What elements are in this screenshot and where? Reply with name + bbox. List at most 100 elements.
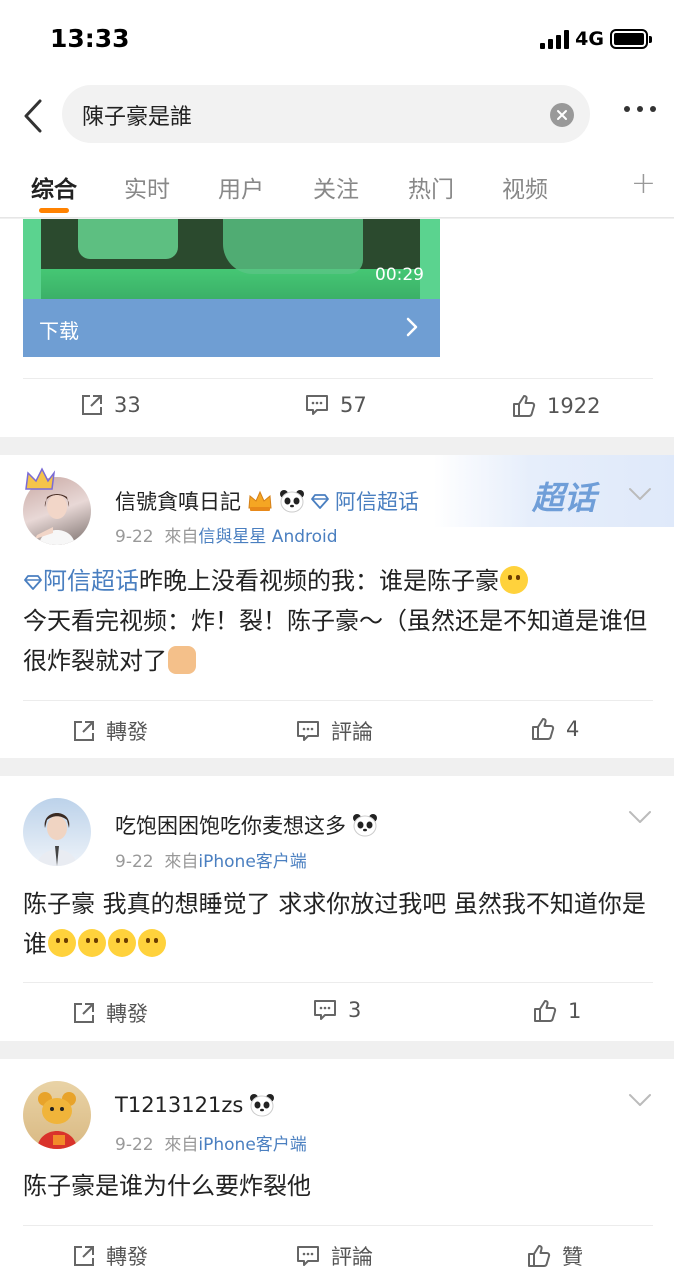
divider	[23, 1225, 653, 1226]
like-button[interactable]: 4	[530, 716, 579, 742]
weibo-search-page: 13:33 4G 陳子豪是誰 综合 实时 用户 关注 热门 视频 + 00:29…	[0, 0, 674, 1280]
like-count: 1922	[547, 394, 601, 418]
username-row: 信號貪嗔日記 阿信超话	[115, 486, 419, 516]
search-input[interactable]: 陳子豪是誰	[62, 85, 590, 143]
praying-emoji-icon	[78, 929, 106, 957]
post-card-partial: 00:29 下载 33 57 1922	[0, 219, 674, 437]
comment-icon	[297, 721, 319, 741]
status-indicators: 4G	[540, 28, 652, 50]
repost-icon	[74, 1003, 94, 1023]
like-button[interactable]: 1	[532, 998, 581, 1024]
add-tab-button[interactable]: +	[631, 166, 656, 201]
panda-icon	[353, 814, 377, 837]
comment-label: 評論	[331, 1245, 373, 1269]
download-label: 下载	[39, 319, 79, 343]
chevron-down-icon[interactable]	[628, 1093, 652, 1107]
repost-button[interactable]: 轉發	[72, 998, 148, 1028]
like-count: 4	[566, 717, 580, 741]
kissing-emoji-icon	[138, 929, 166, 957]
divider	[23, 700, 653, 701]
search-query: 陳子豪是誰	[82, 105, 193, 130]
post-text: 陈子豪是谁为什么要炸裂他	[23, 1172, 311, 1200]
search-tabs: 综合 实时 用户 关注 热门 视频 +	[0, 152, 674, 218]
avatar-decoration-icon	[25, 467, 56, 490]
repost-label: 轉發	[106, 1245, 148, 1269]
post-source[interactable]: iPhone客户端	[198, 852, 306, 872]
more-options-button[interactable]	[624, 106, 656, 112]
like-count: 1	[568, 999, 582, 1023]
comment-icon	[306, 395, 328, 415]
back-button[interactable]	[16, 96, 50, 136]
repost-button[interactable]: 轉發	[72, 716, 148, 746]
tab-users[interactable]: 用户	[218, 170, 264, 204]
thumbs-up-icon	[513, 395, 536, 417]
topic-link[interactable]: 阿信超话	[43, 567, 139, 595]
username[interactable]: 吃饱困困饱吃你麦想这多	[115, 810, 346, 840]
comment-button[interactable]: 3	[312, 998, 361, 1022]
post-meta: 9-22 來自iPhone客户端	[115, 1130, 307, 1155]
battery-icon	[610, 29, 652, 49]
tab-comprehensive[interactable]: 综合	[31, 170, 77, 204]
post-date: 9-22	[115, 1135, 154, 1155]
divider	[23, 982, 653, 983]
thumbs-up-icon	[532, 718, 555, 740]
source-prefix: 來自	[164, 1135, 199, 1155]
post-card: 吃饱困困饱吃你麦想这多 9-22 來自iPhone客户端 陈子豪 我真的想睡觉了…	[0, 776, 674, 1041]
tab-hot[interactable]: 热门	[408, 170, 454, 204]
post-card: T1213121zs 9-22 來自iPhone客户端 陈子豪是谁为什么要炸裂他…	[0, 1059, 674, 1280]
post-text-part2: 今天看完视频：炸！裂！陈子豪～（虽然还是不知道是谁但很炸裂就对了	[23, 607, 647, 675]
chevron-down-icon[interactable]	[628, 487, 652, 501]
clear-search-button[interactable]	[550, 103, 574, 127]
divider	[23, 378, 653, 379]
diamond-icon	[311, 494, 329, 509]
thinking-emoji-icon	[500, 566, 528, 594]
username-row: 吃饱困困饱吃你麦想这多	[115, 810, 378, 840]
like-button[interactable]: 1922	[511, 393, 600, 419]
username[interactable]: 信號貪嗔日記	[115, 486, 241, 516]
thumbs-up-icon	[528, 1245, 551, 1267]
post-meta: 9-22 來自iPhone客户端	[115, 847, 307, 872]
post-text-part1: 昨晚上没看视频的我：谁是陈子豪	[139, 567, 499, 595]
panda-icon	[280, 490, 304, 513]
tab-following[interactable]: 关注	[313, 170, 359, 204]
search-header: 陳子豪是誰	[0, 80, 674, 152]
repost-label: 轉發	[106, 720, 148, 744]
close-icon	[557, 110, 567, 120]
chevron-down-icon[interactable]	[628, 810, 652, 824]
repost-icon	[82, 395, 102, 415]
network-type: 4G	[575, 28, 604, 50]
comment-button[interactable]: 評論	[295, 1241, 373, 1271]
download-button[interactable]: 下载	[23, 299, 440, 357]
like-button[interactable]: 贊	[526, 1241, 583, 1271]
post-source[interactable]: 信與星星 Android	[198, 527, 337, 547]
comment-label: 評論	[331, 720, 373, 744]
post-meta: 9-22 來自信與星星 Android	[115, 522, 338, 547]
comment-button[interactable]: 57	[304, 393, 367, 417]
tab-video[interactable]: 视频	[502, 170, 548, 204]
username[interactable]: T1213121zs	[115, 1093, 243, 1117]
post-date: 9-22	[115, 527, 154, 547]
signal-icon	[540, 29, 570, 49]
video-duration: 00:29	[375, 265, 424, 285]
avatar[interactable]	[23, 798, 91, 866]
avatar[interactable]	[23, 1081, 91, 1149]
comment-icon	[314, 1000, 336, 1020]
cat-emoji-icon	[168, 646, 196, 674]
repost-button[interactable]: 33	[80, 393, 141, 417]
status-time: 13:33	[50, 24, 130, 53]
supertopic-badge[interactable]: 阿信超话	[335, 486, 419, 516]
video-thumbnail[interactable]: 00:29	[23, 219, 440, 299]
tab-realtime[interactable]: 实时	[124, 170, 170, 204]
comment-button[interactable]: 評論	[295, 716, 373, 746]
chevron-right-icon	[406, 317, 418, 337]
panda-icon	[250, 1094, 275, 1117]
active-tab-indicator	[39, 208, 69, 213]
repost-label: 轉發	[106, 1002, 148, 1026]
comment-icon	[297, 1246, 319, 1266]
source-prefix: 來自	[164, 852, 199, 872]
repost-button[interactable]: 轉發	[72, 1241, 148, 1271]
repost-count: 33	[114, 393, 141, 417]
post-date: 9-22	[115, 852, 154, 872]
post-source[interactable]: iPhone客户端	[198, 1135, 306, 1155]
source-prefix: 來自	[164, 527, 199, 547]
